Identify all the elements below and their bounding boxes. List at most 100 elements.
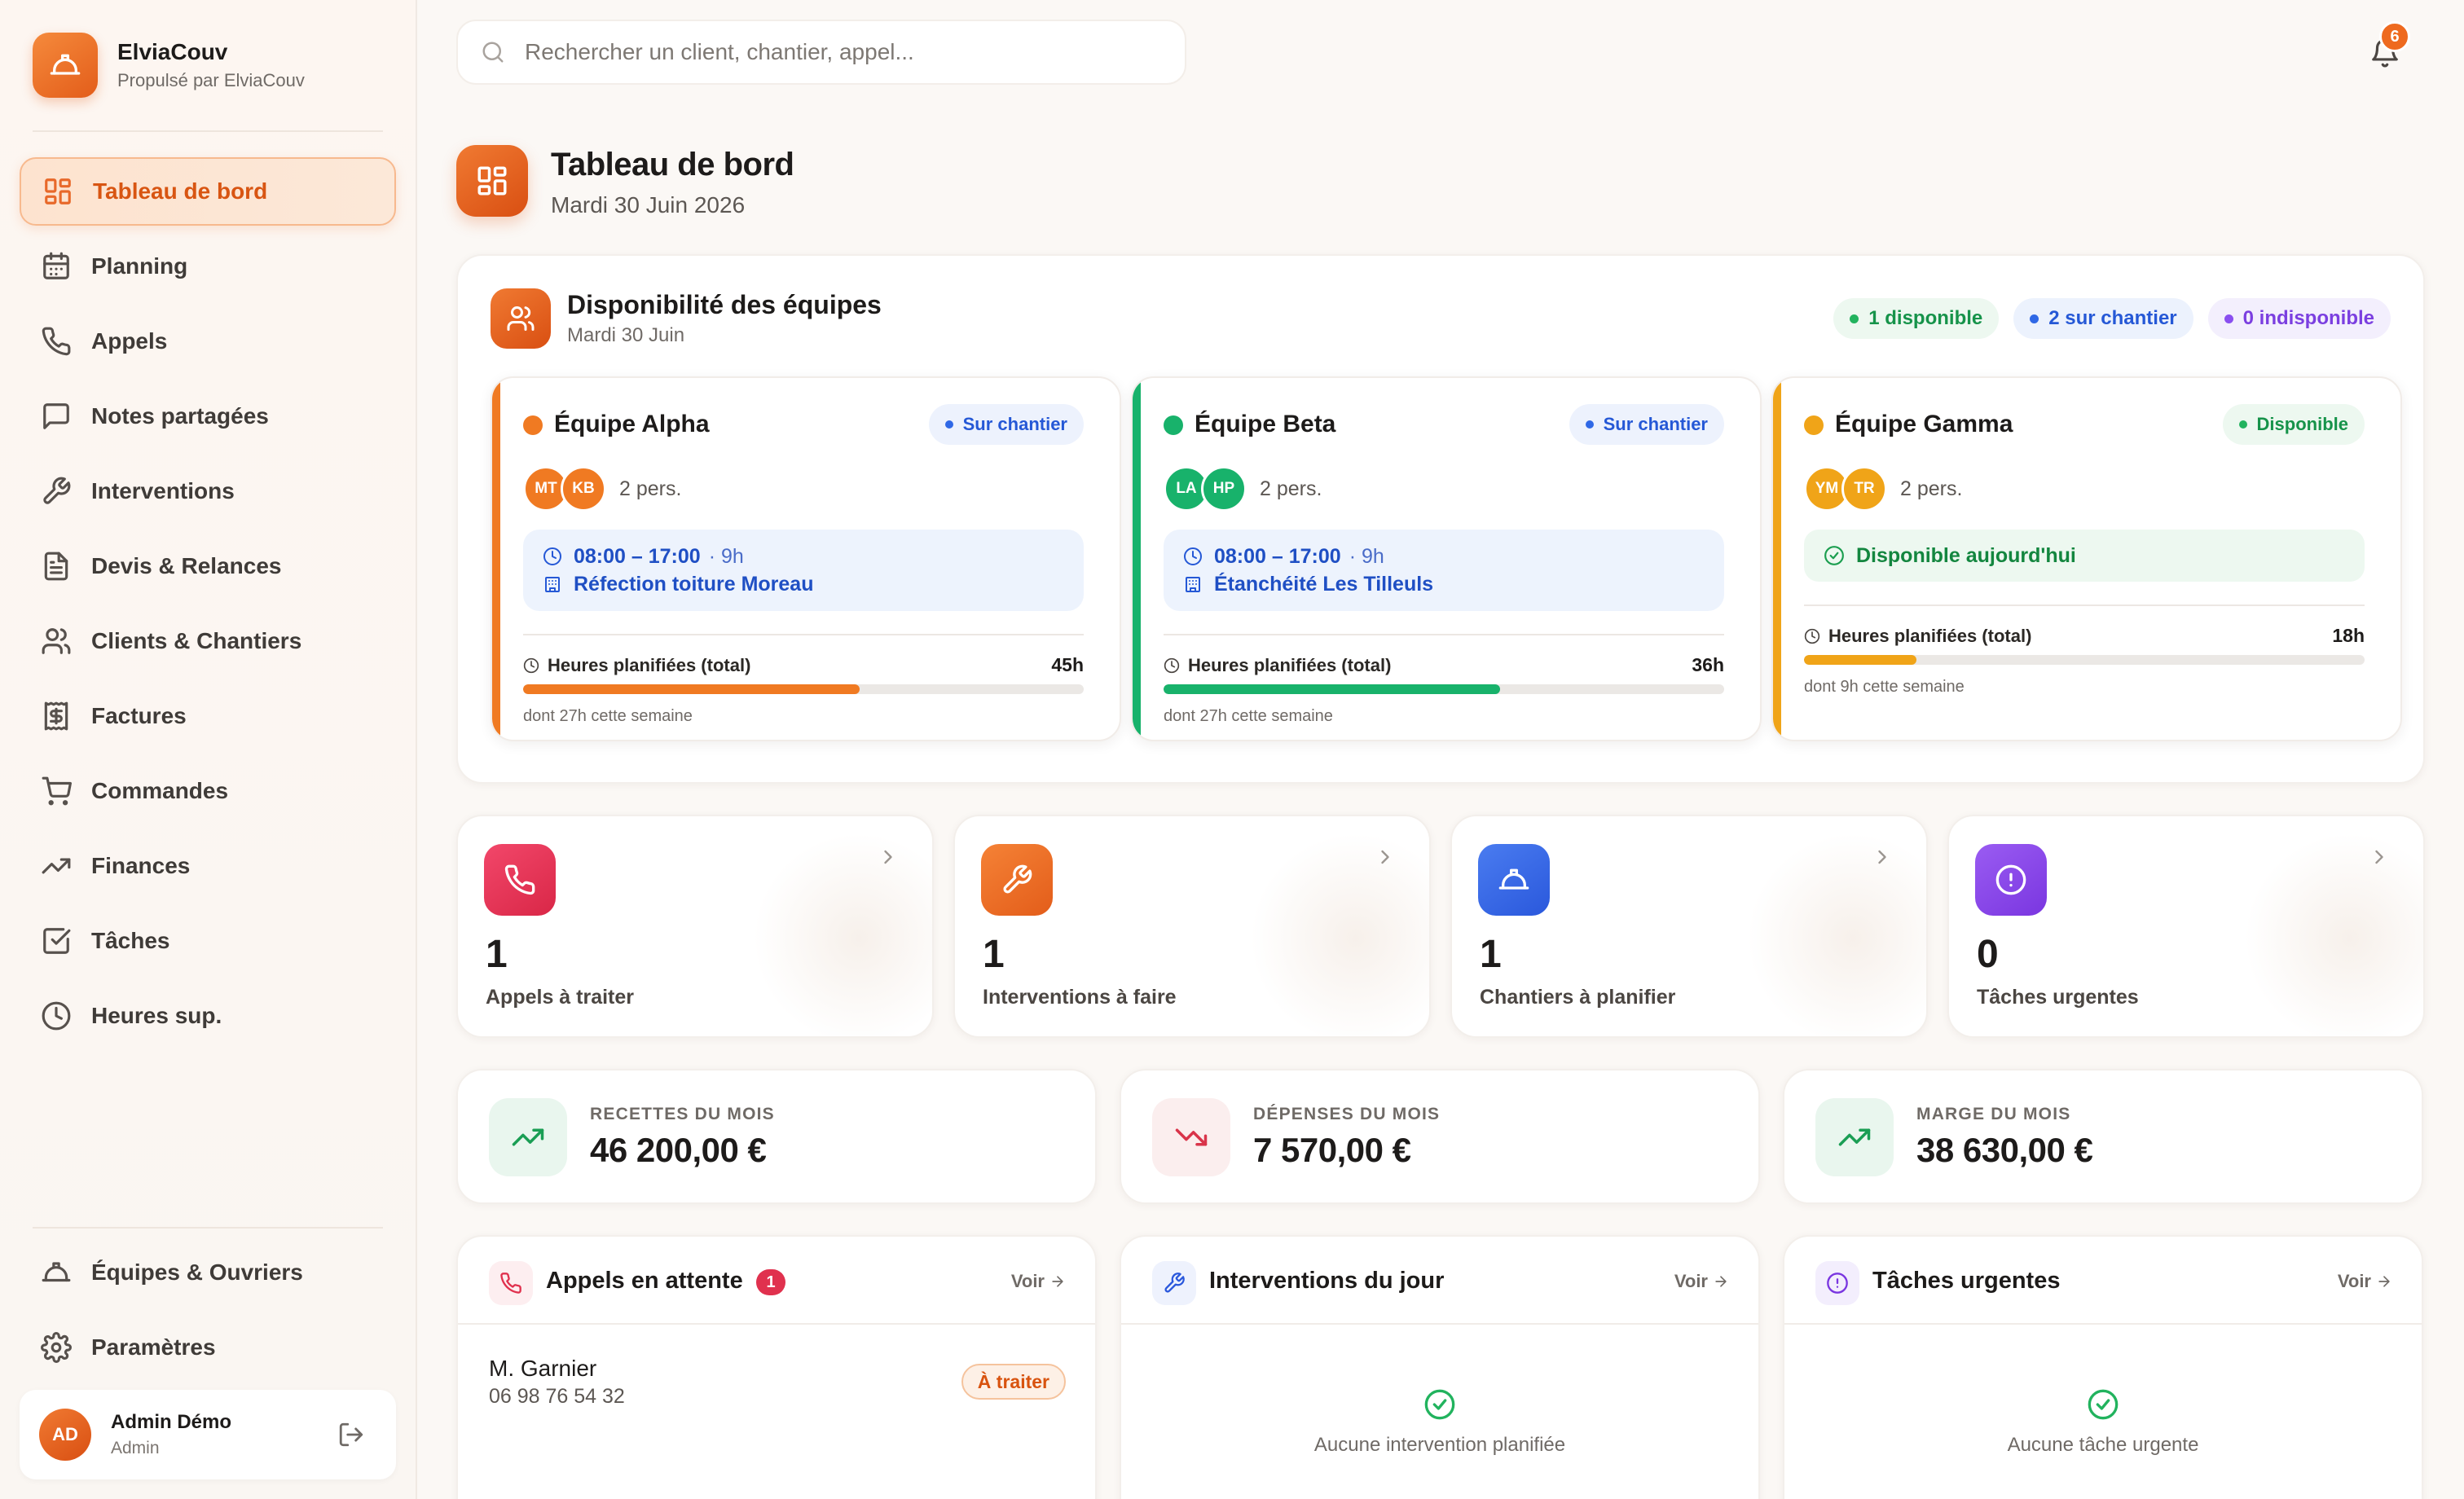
team-name: Équipe Alpha bbox=[554, 411, 710, 437]
view-all-link[interactable]: Voir bbox=[1011, 1271, 1066, 1292]
sidebar-bottom-nav: Équipes & Ouvriers Paramètres bbox=[20, 1238, 396, 1388]
status-label: Sur chantier bbox=[962, 414, 1067, 434]
search-input[interactable] bbox=[525, 39, 1160, 65]
sidebar-item-label: Tableau de bord bbox=[93, 178, 268, 204]
hardhat-icon bbox=[42, 1262, 71, 1282]
avatar: AD bbox=[39, 1409, 91, 1461]
progress-fill bbox=[1164, 684, 1500, 694]
sidebar-item-parametres[interactable]: Paramètres bbox=[20, 1313, 396, 1382]
pill-label: 2 sur chantier bbox=[2048, 307, 2177, 329]
view-all-link[interactable]: Voir bbox=[1674, 1271, 1729, 1292]
hardhat-icon bbox=[33, 33, 98, 98]
stat-card-interventions[interactable]: 1 Interventions à faire bbox=[953, 815, 1431, 1038]
user-card[interactable]: AD Admin Démo Admin bbox=[20, 1390, 396, 1479]
stat-card-taches[interactable]: 0 Tâches urgentes bbox=[1947, 815, 2425, 1038]
team-members: LA HP 2 pers. bbox=[1164, 466, 1322, 512]
notification-badge: 6 bbox=[2379, 21, 2410, 52]
caller-name: M. Garnier bbox=[489, 1356, 597, 1381]
hours-label-text: Heures planifiées (total) bbox=[1188, 655, 1392, 675]
team-color-bar bbox=[1773, 378, 1781, 740]
sidebar-item-factures[interactable]: Factures bbox=[20, 682, 396, 750]
team-members: YM TR 2 pers. bbox=[1804, 466, 1962, 512]
card-title: Appels en attente bbox=[546, 1268, 743, 1294]
week-hours: dont 27h cette semaine bbox=[1164, 707, 1333, 725]
slot-time: 08:00 – 17:00 bbox=[1214, 544, 1341, 568]
sidebar-item-devis[interactable]: Devis & Relances bbox=[20, 532, 396, 600]
hours-label-text: Heures planifiées (total) bbox=[1828, 626, 2032, 646]
wrench-icon bbox=[981, 844, 1053, 916]
check-circle-icon bbox=[1424, 1389, 1455, 1420]
stat-card-chantiers[interactable]: 1 Chantiers à planifier bbox=[1450, 815, 1928, 1038]
team-members: MT KB 2 pers. bbox=[523, 466, 681, 512]
stat-card-calls[interactable]: 1 Appels à traiter bbox=[456, 815, 934, 1038]
search-bar[interactable] bbox=[456, 20, 1186, 85]
sidebar-item-notes[interactable]: Notes partagées bbox=[20, 382, 396, 451]
user-role: Admin bbox=[111, 1439, 160, 1457]
week-hours: dont 27h cette semaine bbox=[523, 707, 693, 725]
page-date: Mardi 30 Juin 2026 bbox=[551, 192, 746, 218]
sidebar-item-clients[interactable]: Clients & Chantiers bbox=[20, 607, 396, 675]
card-header: Tâches urgentes Voir bbox=[1784, 1237, 2422, 1325]
sidebar-item-label: Appels bbox=[91, 328, 168, 354]
status-dot bbox=[944, 420, 953, 429]
brand[interactable]: ElviaCouv Propulsé par ElviaCouv bbox=[33, 33, 305, 98]
sidebar-item-equipes[interactable]: Équipes & Ouvriers bbox=[20, 1238, 396, 1307]
available-text: Disponible aujourd'hui bbox=[1856, 543, 2076, 567]
team-dot bbox=[523, 415, 543, 435]
divider bbox=[523, 634, 1084, 635]
finance-label: MARGE DU MOIS bbox=[1916, 1105, 2071, 1123]
sidebar-item-appels[interactable]: Appels bbox=[20, 307, 396, 376]
cart-icon bbox=[42, 776, 72, 806]
clock-icon bbox=[523, 657, 539, 674]
trending-down-icon bbox=[1152, 1098, 1230, 1176]
availability-date: Mardi 30 Juin bbox=[567, 324, 685, 346]
schedule-slot: 08:00 – 17:00 · 9h Réfection toiture Mor… bbox=[523, 530, 1084, 611]
hours-progress bbox=[523, 684, 1084, 694]
logout-icon[interactable] bbox=[337, 1421, 365, 1448]
team-card-alpha[interactable]: Équipe Alpha Sur chantier MT KB 2 pers. … bbox=[491, 376, 1121, 741]
slot-time: 08:00 – 17:00 bbox=[574, 544, 701, 568]
sidebar-item-finances[interactable]: Finances bbox=[20, 832, 396, 900]
status-dot bbox=[1850, 314, 1859, 323]
wrench-icon bbox=[43, 477, 71, 504]
decoration bbox=[1747, 833, 1926, 1036]
users-icon bbox=[491, 288, 551, 349]
checkbox-icon bbox=[43, 928, 71, 954]
check-circle-icon bbox=[1824, 546, 1844, 565]
chevron-right-icon bbox=[2375, 850, 2383, 864]
team-card-beta[interactable]: Équipe Beta Sur chantier LA HP 2 pers. 0… bbox=[1131, 376, 1762, 741]
sidebar-item-label: Paramètres bbox=[91, 1334, 216, 1360]
users-icon bbox=[42, 628, 71, 654]
slot-duration: · 9h bbox=[708, 544, 744, 568]
chevron-right-icon bbox=[884, 850, 892, 864]
team-availability-card: Disponibilité des équipes Mardi 30 Juin … bbox=[456, 254, 2425, 784]
clock-icon bbox=[1184, 547, 1202, 565]
dashboard-icon bbox=[45, 178, 71, 204]
sidebar-item-label: Tâches bbox=[91, 928, 170, 953]
building-icon bbox=[1186, 577, 1200, 592]
status-label: Disponible bbox=[2256, 414, 2348, 434]
sidebar-item-label: Planning bbox=[91, 253, 188, 279]
sidebar-item-planning[interactable]: Planning bbox=[20, 232, 396, 301]
clock-icon bbox=[42, 1001, 71, 1031]
sidebar-item-taches[interactable]: Tâches bbox=[20, 907, 396, 975]
hours-label: Heures planifiées (total) bbox=[1804, 626, 2031, 647]
sidebar-item-label: Factures bbox=[91, 703, 187, 728]
sidebar-item-heures-sup[interactable]: Heures sup. bbox=[20, 982, 396, 1050]
hours-value: 45h bbox=[1051, 654, 1084, 675]
notifications-button[interactable]: 6 bbox=[2361, 21, 2410, 78]
sidebar-item-interventions[interactable]: Interventions bbox=[20, 457, 396, 525]
hours-progress bbox=[1164, 684, 1724, 694]
sidebar-item-commandes[interactable]: Commandes bbox=[20, 757, 396, 825]
sidebar-item-tableau-de-bord[interactable]: Tableau de bord bbox=[20, 157, 396, 226]
team-size: 2 pers. bbox=[1260, 477, 1322, 500]
card-title: Interventions du jour bbox=[1209, 1268, 1445, 1294]
sidebar-item-label: Commandes bbox=[91, 778, 229, 803]
team-name: Équipe Gamma bbox=[1835, 411, 2013, 437]
view-all-link[interactable]: Voir bbox=[2338, 1271, 2392, 1292]
search-icon bbox=[482, 42, 504, 63]
team-card-gamma[interactable]: Équipe Gamma Disponible YM TR 2 pers. Di… bbox=[1771, 376, 2402, 741]
hardhat-icon bbox=[1478, 844, 1550, 916]
onsite-pill: 2 sur chantier bbox=[2013, 298, 2193, 339]
status-dot bbox=[2224, 314, 2233, 323]
